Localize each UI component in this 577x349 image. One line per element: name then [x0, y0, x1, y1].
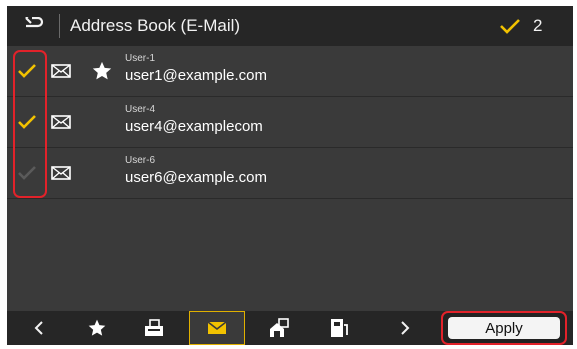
prev-page-button[interactable] [19, 311, 59, 345]
selected-count: 2 [533, 16, 543, 35]
contact-name: User-4 [125, 104, 156, 115]
email-icon [51, 64, 71, 78]
checkbox-highlight [13, 50, 47, 198]
selection-counter: 2 [499, 6, 542, 46]
header-divider [59, 14, 60, 38]
back-arrow-icon [25, 17, 44, 28]
fax-tab[interactable] [131, 311, 177, 345]
shared-folder-icon [331, 319, 348, 337]
file-server-tab[interactable] [257, 311, 301, 345]
email-icon [51, 115, 71, 129]
email-tab[interactable] [189, 311, 245, 345]
favorites-tab[interactable] [75, 311, 119, 345]
back-button[interactable] [7, 6, 59, 46]
page-title: Address Book (E-Mail) [70, 16, 241, 35]
contact-email: user1@example.com [125, 67, 267, 84]
apply-button-highlight: Apply [441, 311, 567, 345]
contact-list: User-1 user1@example.com User-4 user4@ex… [7, 46, 573, 199]
contact-email: user6@example.com [125, 169, 267, 186]
list-item[interactable]: User-6 user6@example.com [7, 148, 573, 199]
contact-name: User-1 [125, 53, 156, 64]
list-item[interactable]: User-1 user1@example.com [7, 46, 573, 97]
contact-email: user4@examplecom [125, 118, 263, 135]
star-icon [88, 319, 106, 336]
star-icon [92, 61, 112, 80]
email-icon [207, 321, 227, 334]
header-bar: Address Book (E-Mail) 2 [7, 6, 573, 46]
contact-name: User-6 [125, 155, 156, 166]
apply-button[interactable]: Apply [448, 317, 560, 339]
next-page-button[interactable] [387, 311, 423, 345]
fax-icon [145, 319, 163, 336]
address-book-screen: Address Book (E-Mail) 2 User-1 user1@exa… [7, 6, 573, 345]
check-icon [500, 19, 520, 34]
email-icon [51, 166, 71, 180]
chevron-left-icon [34, 321, 43, 335]
shared-folder-tab[interactable] [317, 311, 361, 345]
list-item[interactable]: User-4 user4@examplecom [7, 97, 573, 148]
file-server-icon [270, 318, 289, 337]
chevron-right-icon [401, 321, 410, 335]
